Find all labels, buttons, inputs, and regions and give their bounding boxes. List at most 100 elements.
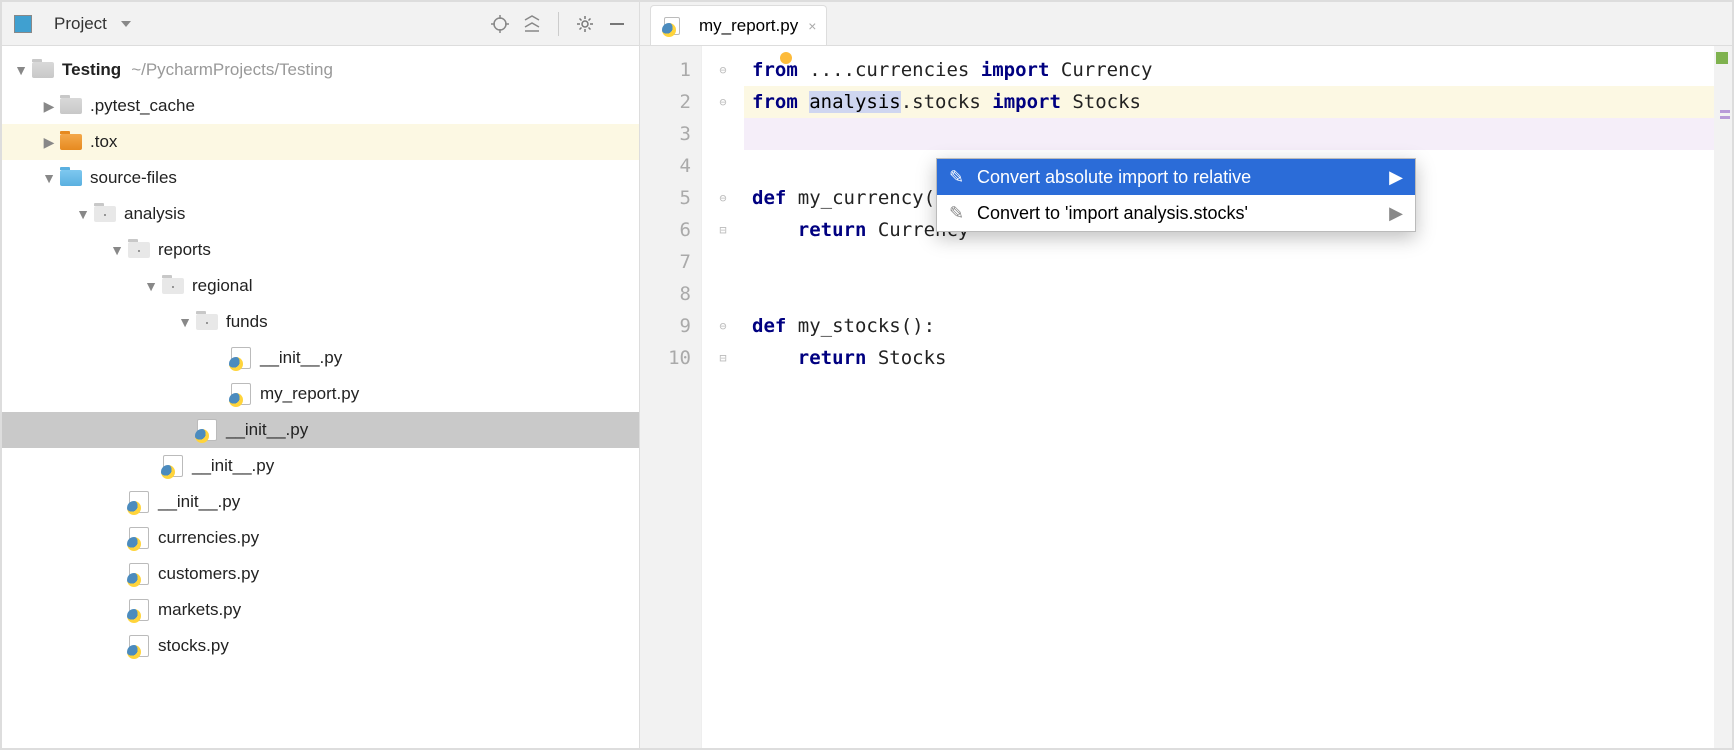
submenu-arrow-icon: ▶: [1389, 203, 1403, 224]
python-file-icon: [230, 347, 252, 369]
hide-icon[interactable]: [605, 12, 629, 36]
tree-label: currencies.py: [158, 528, 259, 548]
analysis-status-icon[interactable]: [1716, 52, 1728, 64]
folder-icon: [32, 59, 54, 81]
tree-label: regional: [192, 276, 253, 296]
tree-label: __init__.py: [226, 420, 308, 440]
close-tab-icon[interactable]: ×: [808, 18, 816, 34]
submenu-arrow-icon: ▶: [1389, 167, 1403, 188]
gear-icon[interactable]: [573, 12, 597, 36]
project-tool-header: Project: [2, 2, 639, 46]
tree-label: analysis: [124, 204, 185, 224]
tree-label: Testing: [62, 60, 121, 80]
tree-label: .pytest_cache: [90, 96, 195, 116]
line-number: 9: [640, 310, 701, 342]
tree-node-funds-init[interactable]: __init__.py: [2, 340, 639, 376]
tree-node-source-files[interactable]: source-files: [2, 160, 639, 196]
tree-node-reports[interactable]: reports: [2, 232, 639, 268]
expand-arrow-icon[interactable]: [42, 170, 56, 186]
python-file-icon: [128, 527, 150, 549]
expand-arrow-icon[interactable]: [110, 242, 124, 258]
error-stripe-mark[interactable]: [1720, 110, 1730, 113]
expand-arrow-icon[interactable]: [42, 98, 56, 115]
tree-node-pytest-cache[interactable]: .pytest_cache: [2, 88, 639, 124]
fold-marker-icon[interactable]: ⊖: [702, 182, 744, 214]
tree-node-currencies[interactable]: currencies.py: [2, 520, 639, 556]
marker-strip[interactable]: [1714, 46, 1732, 748]
python-file-icon: [128, 599, 150, 621]
python-file-icon: [162, 455, 184, 477]
editor-tab-my-report[interactable]: my_report.py ×: [650, 5, 827, 45]
editor-tabbar: my_report.py ×: [640, 2, 1732, 46]
tree-node-regional[interactable]: regional: [2, 268, 639, 304]
project-view-dropdown-icon[interactable]: [121, 21, 131, 27]
project-tool-window: Project Testing ~/PycharmProjects/Testin…: [2, 2, 640, 748]
intention-bulb-icon[interactable]: [780, 52, 792, 64]
error-stripe-mark[interactable]: [1720, 116, 1730, 119]
intention-action-icon: ✎: [949, 167, 967, 188]
tree-node-stocks[interactable]: stocks.py: [2, 628, 639, 664]
intention-convert-import[interactable]: ✎ Convert to 'import analysis.stocks' ▶: [937, 195, 1415, 231]
code-line: def my_stocks():: [744, 310, 1714, 342]
tree-node-funds[interactable]: funds: [2, 304, 639, 340]
code-line: [744, 246, 1714, 278]
fold-marker-icon[interactable]: ⊖: [702, 54, 744, 86]
code-line: from ....currencies import Currency: [744, 54, 1714, 86]
tree-node-analysis-init[interactable]: __init__.py: [2, 484, 639, 520]
tree-label: funds: [226, 312, 268, 332]
project-tool-title[interactable]: Project: [54, 14, 107, 34]
fold-gutter: ⊖ ⊖ ⊖ ⊟ ⊖ ⊟: [702, 46, 744, 748]
line-number: 3: [640, 118, 701, 150]
tree-label: __init__.py: [260, 348, 342, 368]
python-file-icon: [661, 15, 683, 37]
line-number: 4: [640, 150, 701, 182]
code-line: [744, 118, 1714, 150]
tree-label: reports: [158, 240, 211, 260]
expand-arrow-icon[interactable]: [144, 278, 158, 294]
python-file-icon: [128, 563, 150, 585]
line-number: 5: [640, 182, 701, 214]
code-line: from analysis.stocks import Stocks: [744, 86, 1714, 118]
intention-popup: ✎ Convert absolute import to relative ▶ …: [936, 158, 1416, 232]
collapse-all-icon[interactable]: [520, 12, 544, 36]
python-file-icon: [230, 383, 252, 405]
tree-node-reports-init[interactable]: __init__.py: [2, 448, 639, 484]
package-icon: [94, 203, 116, 225]
tree-label: stocks.py: [158, 636, 229, 656]
tab-label: my_report.py: [699, 16, 798, 36]
fold-marker-icon[interactable]: ⊖: [702, 86, 744, 118]
intention-label: Convert to 'import analysis.stocks': [977, 203, 1248, 224]
tree-node-analysis[interactable]: analysis: [2, 196, 639, 232]
editor-body[interactable]: 1 2 3 4 5 6 7 8 9 10 ⊖ ⊖ ⊖ ⊟ ⊖: [640, 46, 1732, 748]
expand-arrow-icon[interactable]: [76, 206, 90, 222]
code-line: return Stocks: [744, 342, 1714, 374]
python-file-icon: [128, 491, 150, 513]
locate-icon[interactable]: [488, 12, 512, 36]
tree-label: __init__.py: [158, 492, 240, 512]
tree-label: my_report.py: [260, 384, 359, 404]
line-number: 6: [640, 214, 701, 246]
expand-arrow-icon[interactable]: [178, 314, 192, 330]
expand-arrow-icon[interactable]: [14, 62, 28, 78]
tree-root-testing[interactable]: Testing ~/PycharmProjects/Testing: [2, 52, 639, 88]
tree-node-markets[interactable]: markets.py: [2, 592, 639, 628]
tree-node-tox[interactable]: .tox: [2, 124, 639, 160]
tree-node-my-report[interactable]: my_report.py: [2, 376, 639, 412]
fold-marker-icon[interactable]: ⊟: [702, 342, 744, 374]
line-number: 1: [640, 54, 701, 86]
expand-arrow-icon[interactable]: [42, 134, 56, 151]
project-tree[interactable]: Testing ~/PycharmProjects/Testing .pytes…: [2, 46, 639, 748]
fold-marker-icon[interactable]: ⊟: [702, 214, 744, 246]
tree-label: .tox: [90, 132, 117, 152]
fold-marker-icon[interactable]: ⊖: [702, 310, 744, 342]
line-number: 10: [640, 342, 701, 374]
tree-node-customers[interactable]: customers.py: [2, 556, 639, 592]
code-area[interactable]: from ....currencies import Currency from…: [744, 46, 1714, 748]
folder-icon: [60, 167, 82, 189]
python-file-icon: [196, 419, 218, 441]
tree-node-regional-init[interactable]: __init__.py: [2, 412, 639, 448]
intention-convert-relative[interactable]: ✎ Convert absolute import to relative ▶: [937, 159, 1415, 195]
python-file-icon: [128, 635, 150, 657]
tree-label: source-files: [90, 168, 177, 188]
line-number: 7: [640, 246, 701, 278]
